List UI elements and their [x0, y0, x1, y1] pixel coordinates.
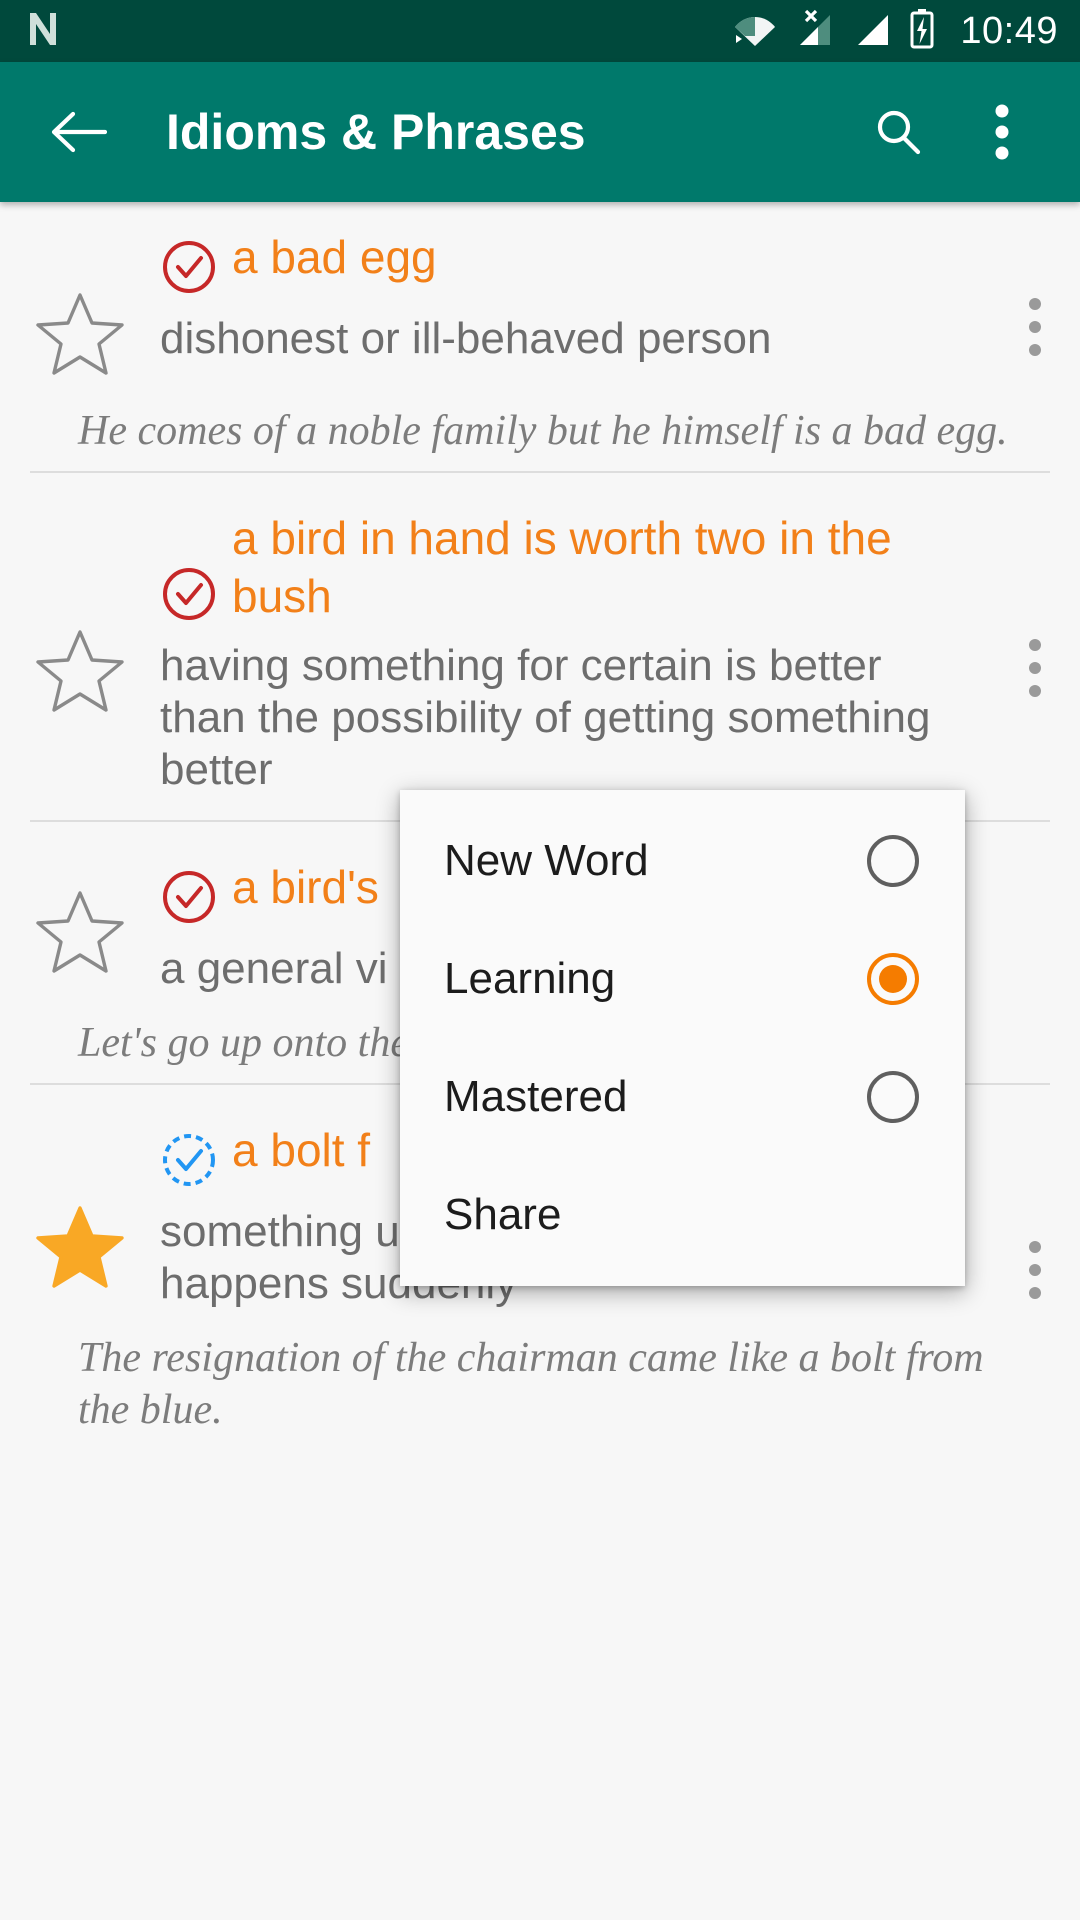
list-item[interactable]: a bad egg dishonest or ill-behaved perso… — [0, 202, 1080, 483]
check-circle-solid-icon[interactable] — [160, 858, 222, 931]
entry-example: The resignation of the chairman came lik… — [78, 1335, 984, 1433]
star-outline-icon[interactable] — [34, 290, 126, 383]
search-icon[interactable] — [868, 102, 928, 162]
entry-meaning: dishonest or ill-behaved person — [160, 314, 772, 363]
check-circle-solid-icon[interactable] — [160, 228, 222, 301]
menu-item-label: Learning — [444, 954, 616, 1003]
favorite-star-button[interactable] — [0, 228, 160, 383]
favorite-star-button[interactable] — [0, 1121, 160, 1296]
app-notification-icon — [22, 9, 62, 54]
favorite-star-button[interactable] — [0, 509, 160, 720]
page-title: Idioms & Phrases — [166, 104, 586, 160]
star-outline-icon[interactable] — [34, 627, 126, 720]
entry-overflow-button[interactable] — [990, 858, 1080, 928]
menu-item-new-word[interactable]: New Word — [400, 802, 965, 920]
list-divider — [30, 471, 1050, 473]
entry-meaning: having something for certain is better t… — [160, 641, 931, 794]
entry-phrase[interactable]: a bird's — [222, 858, 379, 916]
overflow-menu-icon[interactable] — [1029, 298, 1041, 356]
list-item[interactable]: a bird in hand is worth two in the bush … — [0, 483, 1080, 832]
status-bar-left — [22, 9, 734, 54]
menu-item-label: Mastered — [444, 1072, 628, 1121]
back-arrow-icon[interactable] — [48, 102, 108, 162]
entry-phrase[interactable]: a bolt f — [222, 1121, 370, 1179]
entry-phrase[interactable]: a bad egg — [222, 228, 437, 286]
entry-phrase[interactable]: a bird in hand is worth two in the bush — [222, 509, 954, 625]
status-bar-clock: 10:49 — [960, 9, 1058, 52]
context-menu[interactable]: New Word Learning Mastered Share — [400, 790, 965, 1286]
star-outline-icon[interactable] — [34, 888, 126, 981]
entry-overflow-button[interactable] — [990, 1121, 1080, 1299]
radio-new-word[interactable] — [867, 835, 919, 887]
star-filled-icon[interactable] — [34, 1203, 126, 1296]
app-bar: Idioms & Phrases — [0, 62, 1080, 202]
menu-item-share[interactable]: Share — [400, 1156, 965, 1274]
radio-learning[interactable] — [867, 953, 919, 1005]
app-screen: 10:49 Idioms & Phrases a bad egg dishone… — [0, 0, 1080, 1920]
status-bar-right: 10:49 — [734, 8, 1058, 55]
menu-item-learning[interactable]: Learning — [400, 920, 965, 1038]
entry-overflow-button[interactable] — [990, 228, 1080, 356]
overflow-menu-icon[interactable] — [1029, 639, 1041, 697]
signal-icon — [850, 9, 892, 54]
menu-item-label: Share — [444, 1190, 562, 1239]
radio-mastered[interactable] — [867, 1071, 919, 1123]
signal-no-sim-icon — [792, 9, 834, 54]
entry-text: a bad egg dishonest or ill-behaved perso… — [160, 228, 990, 365]
entry-overflow-button[interactable] — [990, 509, 1080, 697]
menu-item-mastered[interactable]: Mastered — [400, 1038, 965, 1156]
menu-item-label: New Word — [444, 836, 649, 885]
entry-text: a bird in hand is worth two in the bush … — [160, 509, 990, 796]
overflow-menu-icon[interactable] — [1029, 1241, 1041, 1299]
favorite-star-button[interactable] — [0, 858, 160, 981]
status-bar: 10:49 — [0, 0, 1080, 62]
wifi-icon — [734, 9, 776, 54]
overflow-menu-icon[interactable] — [972, 102, 1032, 162]
battery-charging-icon — [908, 8, 936, 55]
check-circle-dashed-icon[interactable] — [160, 1121, 222, 1194]
check-circle-solid-icon[interactable] — [160, 509, 222, 628]
entry-example: He comes of a noble family but he himsel… — [78, 408, 1008, 454]
